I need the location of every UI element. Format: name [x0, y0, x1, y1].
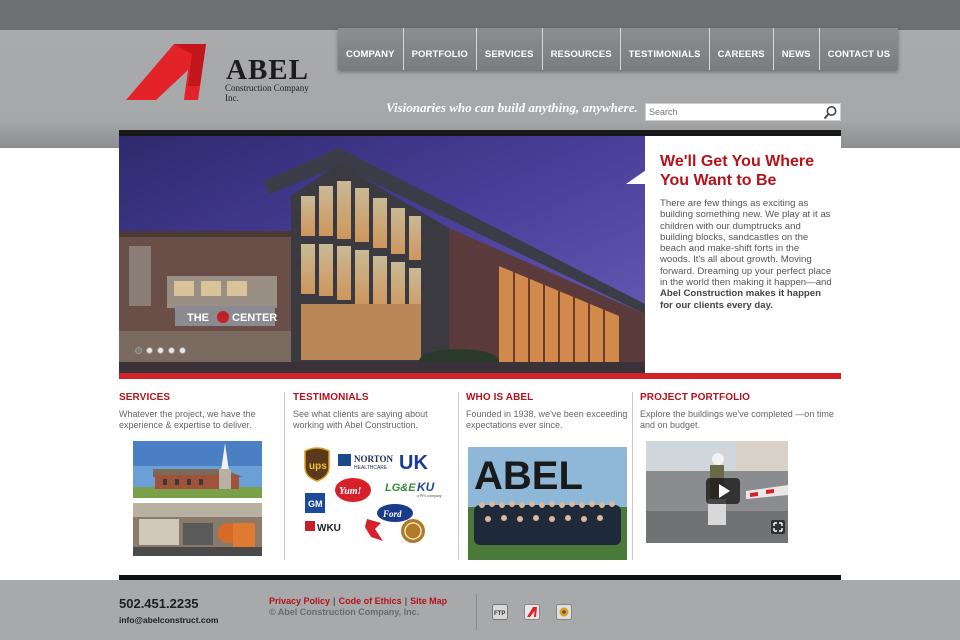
svg-text:ups: ups [309, 461, 327, 472]
hero-body: There are few things as exciting as buil… [660, 198, 832, 311]
logo-mark-icon [126, 44, 206, 100]
slide-dot-2[interactable] [146, 347, 153, 354]
svg-text:FTP: FTP [494, 611, 505, 617]
nav-company[interactable]: COMPANY [338, 28, 404, 70]
abel-logo[interactable]: ABEL Construction Company Inc. [126, 42, 316, 104]
main-nav: COMPANY PORTFOLIO SERVICES RESOURCES TES… [338, 28, 899, 70]
who-is-abel-column: WHO IS ABEL Founded in 1938, we've been … [466, 392, 632, 560]
link-separator: | [333, 596, 336, 606]
email-link[interactable]: info@abelconstruct.com [119, 615, 218, 625]
ftp-icon[interactable]: FTP [492, 604, 508, 620]
testimonials-heading[interactable]: TESTIMONIALS [293, 392, 453, 403]
nav-resources[interactable]: RESOURCES [543, 28, 621, 70]
slide-dot-1[interactable] [135, 347, 142, 354]
services-column: SERVICES Whatever the project, we have t… [119, 392, 279, 560]
portfolio-heading[interactable]: PROJECT PORTFOLIO [640, 392, 840, 403]
settings-gear-icon[interactable] [556, 604, 572, 620]
hero-slider: THE CENTER We'll Get You Where You Want … [119, 136, 841, 373]
who-is-abel-text: Founded in 1938, we've been exceeding ex… [466, 409, 628, 430]
code-of-ethics-link[interactable]: Code of Ethics [339, 596, 402, 606]
hero-slide-image[interactable]: THE CENTER [119, 136, 645, 373]
services-text: Whatever the project, we have the experi… [119, 409, 256, 430]
slide-dot-5[interactable] [179, 347, 186, 354]
logo-subtitle: Construction Company Inc. [225, 83, 309, 103]
footer-divider [476, 594, 477, 630]
who-is-abel-heading[interactable]: WHO IS ABEL [466, 392, 632, 403]
hero-body-bold: Abel Construction makes it happen for ou… [660, 288, 821, 311]
client-logos[interactable]: ups NORTON HEALTHCARE UK Yum! LG&E KU a … [303, 445, 453, 555]
callout-notch [626, 170, 646, 184]
svg-text:NORTON: NORTON [354, 454, 394, 464]
column-divider [632, 392, 633, 560]
header-top-band [0, 0, 960, 30]
site-footer: 502.451.2235 info@abelconstruct.com Priv… [0, 580, 960, 640]
services-heading[interactable]: SERVICES [119, 392, 279, 403]
nav-careers[interactable]: CAREERS [710, 28, 774, 70]
factory-photo[interactable] [133, 503, 262, 556]
testimonials-text: See what clients are saying about workin… [293, 409, 428, 430]
link-separator: | [404, 596, 408, 606]
phone-number[interactable]: 502.451.2235 [119, 596, 199, 611]
expand-icon [773, 522, 783, 532]
church-photo[interactable] [133, 441, 262, 498]
portfolio-column: PROJECT PORTFOLIO Explore the buildings … [640, 392, 840, 560]
svg-text:WKU: WKU [317, 523, 341, 534]
svg-text:UK: UK [399, 452, 428, 474]
site-header: ABEL Construction Company Inc. COMPANY P… [0, 0, 960, 148]
feature-columns: SERVICES Whatever the project, we have t… [119, 392, 841, 562]
fullscreen-button[interactable] [771, 520, 785, 534]
column-divider [284, 392, 285, 560]
tagline: Visionaries who can build anything, anyw… [386, 100, 638, 115]
hero-sign-text: THE [187, 312, 209, 324]
svg-text:KU: KU [417, 480, 435, 494]
svg-text:ABEL: ABEL [474, 454, 583, 498]
column-divider [458, 392, 459, 560]
nav-contact-us[interactable]: CONTACT US [820, 28, 899, 70]
search-icon[interactable] [823, 105, 838, 120]
slide-indicator [135, 347, 186, 354]
copyright: © Abel Construction Company, Inc. [269, 607, 420, 617]
hero-sign-text-2: CENTER [232, 312, 277, 324]
svg-text:Yum!: Yum! [339, 486, 362, 497]
svg-text:a PPL company: a PPL company [417, 494, 442, 498]
search-input[interactable] [646, 104, 822, 120]
hero-title: We'll Get You Where You Want to Be [660, 153, 815, 189]
play-button[interactable] [706, 478, 740, 504]
testimonials-column: TESTIMONIALS See what clients are saying… [293, 392, 453, 560]
hero-red-bar [119, 373, 841, 379]
slide-dot-3[interactable] [157, 347, 164, 354]
portfolio-text: Explore the buildings we've completed —o… [640, 409, 834, 430]
nav-services[interactable]: SERVICES [477, 28, 543, 70]
svg-text:Ford: Ford [382, 509, 402, 519]
svg-text:GM: GM [308, 499, 323, 509]
footer-links: Privacy Policy | Code of Ethics | Site Map [269, 596, 447, 606]
svg-text:HEALTHCARE: HEALTHCARE [354, 465, 388, 471]
nav-news[interactable]: NEWS [774, 28, 820, 70]
nav-testimonials[interactable]: TESTIMONIALS [621, 28, 710, 70]
building-photo: THE CENTER [119, 136, 645, 373]
slide-dot-4[interactable] [168, 347, 175, 354]
privacy-policy-link[interactable]: Privacy Policy [269, 596, 330, 606]
search-box [645, 103, 841, 121]
team-photo[interactable]: ABEL [468, 447, 627, 560]
nav-portfolio[interactable]: PORTFOLIO [404, 28, 477, 70]
hero-body-text: There are few things as exciting as buil… [660, 198, 832, 289]
svg-text:LG&E: LG&E [385, 482, 416, 494]
site-map-link[interactable]: Site Map [410, 596, 447, 606]
portfolio-video[interactable] [646, 441, 788, 543]
play-icon [719, 484, 730, 498]
abel-mini-logo-icon[interactable] [524, 604, 540, 620]
